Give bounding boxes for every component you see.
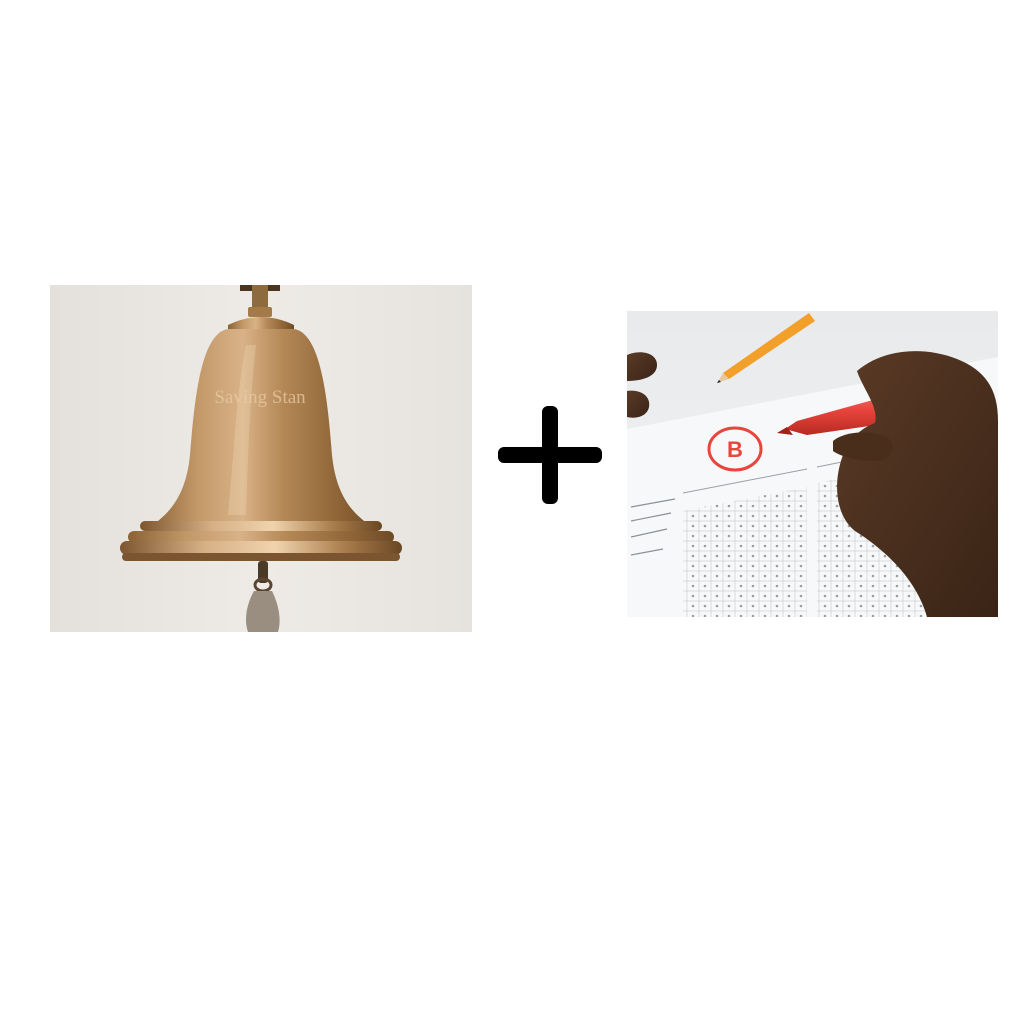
- plus-icon: [496, 404, 604, 506]
- graded-test-photo: B: [627, 311, 998, 617]
- canvas: Saving Stan B: [0, 0, 1024, 1024]
- answer-sheet-icon: B: [627, 311, 998, 617]
- bell-photo: Saving Stan: [50, 285, 472, 632]
- bell-engraving: Saving Stan: [214, 387, 306, 408]
- grade-mark: B: [727, 437, 743, 462]
- brass-bell-icon: Saving Stan: [50, 285, 472, 632]
